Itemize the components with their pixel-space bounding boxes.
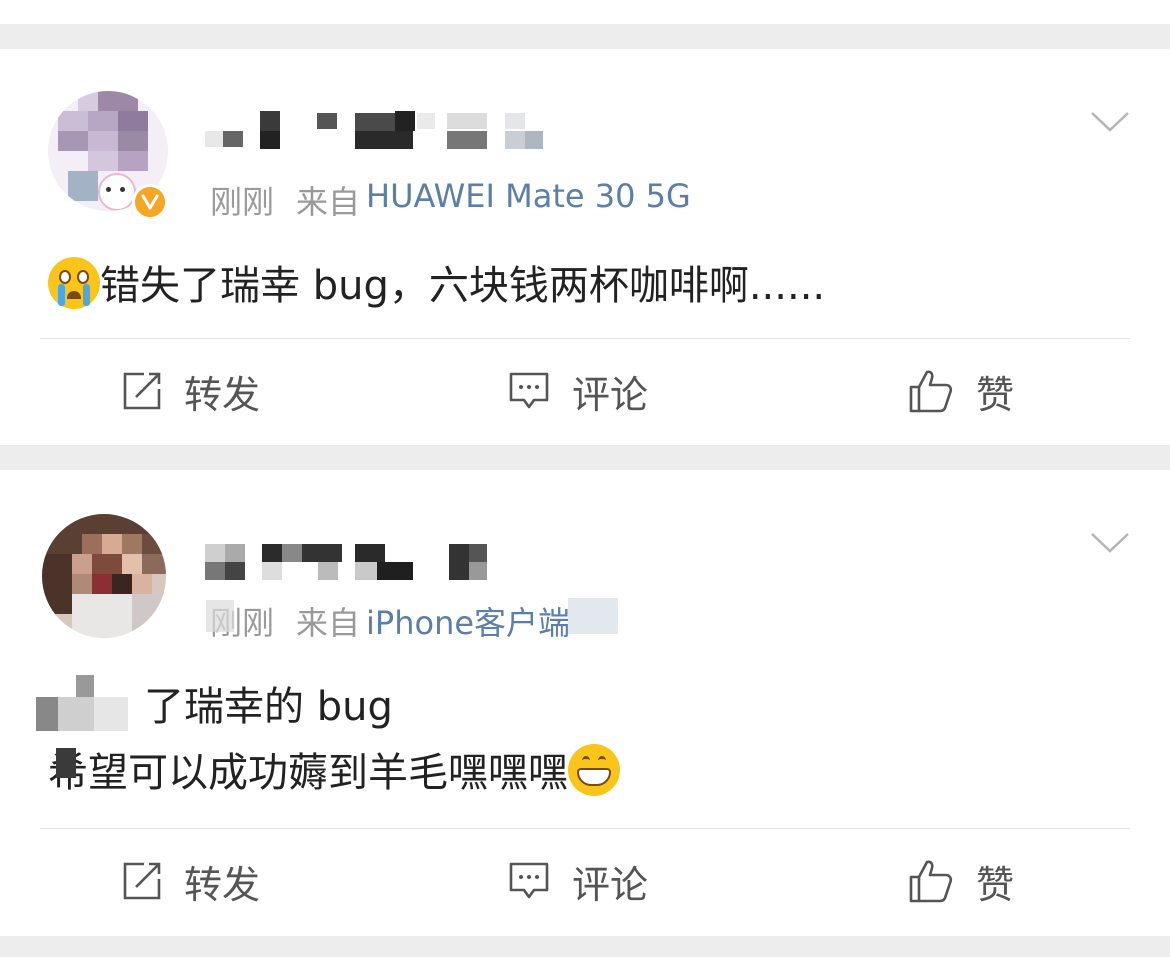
- like-label: 赞: [976, 862, 1015, 907]
- like-button[interactable]: 赞: [908, 341, 1014, 441]
- avatar[interactable]: [42, 514, 166, 638]
- action-bar: 转发 评论 赞: [0, 831, 1170, 931]
- source-prefix: 来自: [296, 183, 361, 221]
- device-link[interactable]: HUAWEI Mate 30 5G: [366, 177, 691, 223]
- repost-icon: [123, 862, 161, 900]
- crying-face-icon: [48, 257, 100, 309]
- post-text-line: 希望可以成功薅到羊毛嘿嘿嘿: [48, 750, 568, 796]
- repost-label: 转发: [184, 372, 261, 417]
- divider: [40, 828, 1130, 829]
- comment-button[interactable]: 评论: [508, 341, 648, 441]
- repost-button[interactable]: 转发: [122, 831, 260, 931]
- like-icon: [909, 860, 953, 903]
- verified-badge-icon: [132, 184, 168, 220]
- post-text-line: 了瑞幸的 bug: [144, 684, 393, 730]
- post-text-line: 错失了瑞幸 bug，六块钱两杯咖啡啊......: [100, 263, 826, 309]
- like-icon: [909, 370, 953, 413]
- source-prefix: 来自: [296, 604, 361, 642]
- divider: [40, 338, 1130, 339]
- comment-label: 评论: [572, 862, 649, 907]
- previous-card-bottom: [0, 0, 1170, 24]
- comment-icon: [509, 372, 549, 409]
- post-card-2: 刚刚 来自 iPhone客户端 了瑞幸的 bug 希望可以成功薅到羊毛嘿嘿嘿 转…: [0, 470, 1170, 936]
- pixelation-overlay: [56, 748, 76, 778]
- pixelation-overlay: [206, 600, 234, 632]
- repost-label: 转发: [184, 862, 261, 907]
- post-meta: 刚刚 来自 HUAWEI Mate 30 5G: [210, 177, 691, 223]
- username-pixelated[interactable]: [205, 544, 495, 584]
- pixelation-overlay: [36, 675, 136, 731]
- post-text-line-2-wrap: 希望可以成功薅到羊毛嘿嘿嘿: [48, 740, 620, 806]
- comment-label: 评论: [572, 372, 649, 417]
- chevron-down-icon[interactable]: [1090, 532, 1130, 554]
- device-link[interactable]: iPhone客户端: [366, 598, 570, 644]
- repost-icon: [123, 372, 161, 410]
- post-meta: 刚刚 来自 iPhone客户端: [210, 598, 570, 644]
- pixelation-overlay: [568, 598, 618, 634]
- comment-icon: [509, 862, 549, 899]
- comment-button[interactable]: 评论: [508, 831, 648, 931]
- like-label: 赞: [976, 372, 1015, 417]
- chevron-down-icon[interactable]: [1090, 111, 1130, 133]
- repost-button[interactable]: 转发: [122, 341, 260, 441]
- grinning-face-icon: [568, 744, 620, 796]
- post-content: 错失了瑞幸 bug，六块钱两杯咖啡啊......: [48, 253, 825, 319]
- post-card-1: 刚刚 来自 HUAWEI Mate 30 5G 错失了瑞幸 bug，六块钱两杯咖…: [0, 49, 1170, 445]
- action-bar: 转发 评论 赞: [0, 341, 1170, 441]
- username-pixelated[interactable]: [205, 109, 545, 151]
- like-button[interactable]: 赞: [908, 831, 1014, 931]
- post-time: 刚刚: [210, 183, 275, 221]
